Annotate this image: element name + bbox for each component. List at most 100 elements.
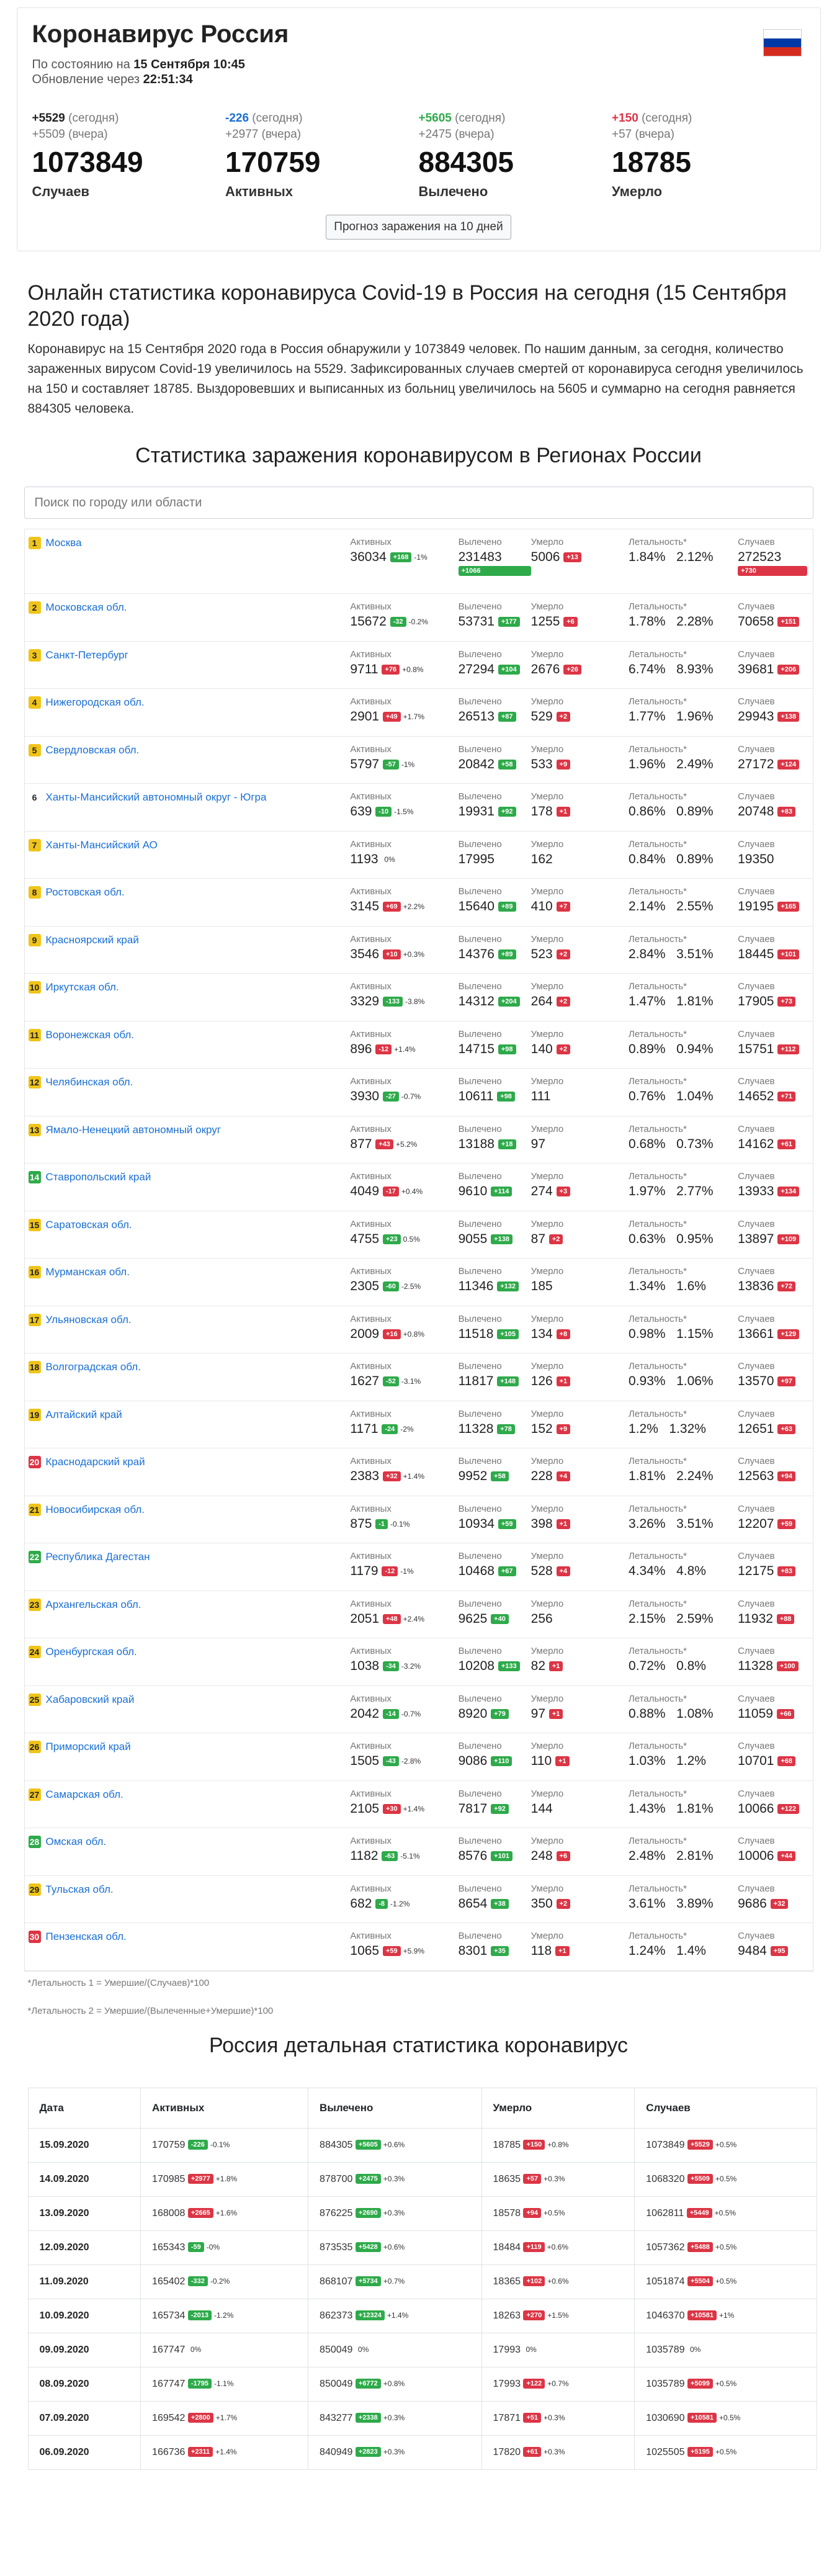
change-badge: -63 [382,1851,398,1862]
change-badge: +32 [770,1898,789,1909]
col-header-cases: Случаев [738,933,775,945]
region-rank-badge: 20 [28,1456,41,1468]
region-link[interactable]: Омская обл. [46,1836,107,1848]
region-link[interactable]: Ямало-Ненецкий автономный округ [46,1124,221,1136]
region-link[interactable]: Челябинская обл. [46,1076,133,1088]
region-cases: Случаев 13661 +129 [738,1314,807,1353]
daily-cell: 17820 +61 +0.3% [481,2435,635,2470]
region-link[interactable]: Воронежская обл. [46,1029,135,1041]
region-link[interactable]: Ханты-Мансийский АО [46,839,158,851]
daily-row: 07.09.2020 169542 +2800 +1.7% 843277 +2338 +… [27,2400,817,2436]
col-header-recovered: Вылечено [458,1598,502,1609]
change-badge: +9 [556,759,571,770]
change-badge: +109 [777,1234,800,1244]
note-lethality-1: *Летальность 1 = Умершие/(Случаев)*100 [27,1977,210,1988]
region-died: Умерло 523 +2 [531,934,629,974]
region-recovered: Вылечено 14376 +89 [459,934,531,974]
col-header-died: Умерло [530,1598,564,1609]
region-recovered: Вылечено 13188 +18 [459,1124,531,1164]
region-rank-badge: 26 [28,1741,41,1753]
region-link[interactable]: Самарская обл. [46,1788,123,1801]
region-link[interactable]: Ульяновская обл. [46,1314,132,1326]
region-link[interactable]: Московская обл. [46,601,127,614]
update-timer: 22:51:34 [143,73,193,86]
change-badge: +1066 [458,566,531,576]
col-header-cases: Случаев [738,537,775,547]
daily-cell: 1046370 +10581 +1% [634,2298,817,2333]
region-link[interactable]: Тульская обл. [46,1883,114,1896]
online-description: Коронавирус на 15 Сентября 2020 года в Р… [27,342,803,416]
region-link[interactable]: Оренбургская обл. [46,1646,137,1658]
daily-cell: 1062811 +5449 +0.5% [634,2196,817,2231]
col-header-cases: Случаев [738,743,775,755]
col-header-recovered: Вылечено [458,1123,502,1134]
region-row: 23 Архангельская обл. Активных 2051 +48 +2.4… [24,1591,813,1638]
region-link[interactable]: Новосибирская обл. [46,1504,145,1516]
region-lethality: Летальность* 3.26% 3.51% [629,1504,738,1543]
region-rank-badge: 14 [28,1171,41,1183]
region-recovered: Вылечено 11518 +105 [459,1314,531,1353]
change-badge: +2 [556,997,571,1007]
percent-change: +0.3% [383,2413,405,2423]
change-badge: +165 [777,902,800,912]
change-badge: +1 [556,1376,571,1387]
region-link[interactable]: Республика Дагестан [46,1551,150,1563]
percent-change: -1% [401,760,415,769]
col-header-active: Активных [350,1693,392,1704]
lethality-notes: *Летальность 1 = Умершие/(Случаев)*100 *… [28,1978,810,2016]
daily-col-header: Умерло [481,2087,635,2129]
region-link[interactable]: Хабаровский край [46,1694,135,1706]
change-badge: +49 [382,712,401,722]
region-link[interactable]: Пензенская обл. [46,1931,127,1943]
change-badge: +5428 [355,2242,381,2253]
forecast-button[interactable]: Прогноз заражения на 10 дней [326,215,511,240]
region-link[interactable]: Ставропольский край [46,1171,151,1183]
daily-cell: 18635 +57 +0.3% [481,2161,635,2197]
region-link[interactable]: Иркутская обл. [46,981,119,994]
region-died: Умерло 185 [531,1266,629,1306]
region-name: 22 Республика Дагестан [28,1551,351,1591]
region-link[interactable]: Ростовская обл. [46,886,125,899]
change-badge: +1 [556,807,571,817]
region-link[interactable]: Москва [46,537,82,549]
col-header-active: Активных [350,648,392,660]
region-link[interactable]: Свердловская обл. [46,744,140,756]
region-active: Активных 3145 +69 +2.2% [350,886,458,926]
region-link[interactable]: Санкт-Петербург [46,649,128,662]
percent-change: -1.2% [214,2311,234,2320]
region-lethality: Летальность* 1.03% 1.2% [629,1741,738,1780]
region-active: Активных 3930 -27 -0.7% [350,1076,458,1116]
change-badge: +6 [556,1851,571,1862]
percent-change: +0.3% [383,2174,405,2184]
change-badge: +2 [556,712,571,722]
region-active: Активных 4049 -17 +0.4% [350,1171,458,1211]
region-link[interactable]: Нижегородская обл. [46,696,145,709]
daily-date: 10.09.2020 [27,2298,141,2333]
region-link[interactable]: Саратовская обл. [46,1219,132,1231]
stat-value: 884305 [418,146,514,178]
region-cases: Случаев 13897 +109 [738,1219,807,1259]
col-header-recovered: Вылечено [458,1313,502,1324]
region-link[interactable]: Ханты-Мансийский автономный округ - Югра [46,791,267,804]
col-header-died: Умерло [530,1313,564,1324]
region-rank-badge: 1 [28,537,41,549]
daily-cell: 1051874 +5504 +0.5% [634,2264,817,2299]
col-header-recovered: Вылечено [458,1741,502,1751]
col-header-cases: Случаев [738,1693,775,1704]
region-link[interactable]: Мурманская обл. [46,1266,130,1278]
change-badge: +114 [491,1187,512,1197]
region-link[interactable]: Волгоградская обл. [46,1361,141,1373]
daily-cell: 873535 +5428 +0.6% [308,2230,482,2265]
region-search-input[interactable] [24,487,813,519]
change-badge: -2013 [187,2310,212,2321]
percent-change: +5.2% [395,1139,418,1149]
region-link[interactable]: Приморский край [46,1741,131,1753]
col-header-died: Умерло [530,1503,564,1514]
region-died: Умерло 140 +2 [531,1029,629,1069]
region-link[interactable]: Краснодарский край [46,1456,145,1468]
change-badge: +2 [556,949,571,959]
region-rank-badge: 3 [28,648,41,662]
region-link[interactable]: Архангельская обл. [46,1599,141,1611]
region-link[interactable]: Красноярский край [46,934,139,946]
region-link[interactable]: Алтайский край [46,1409,122,1421]
